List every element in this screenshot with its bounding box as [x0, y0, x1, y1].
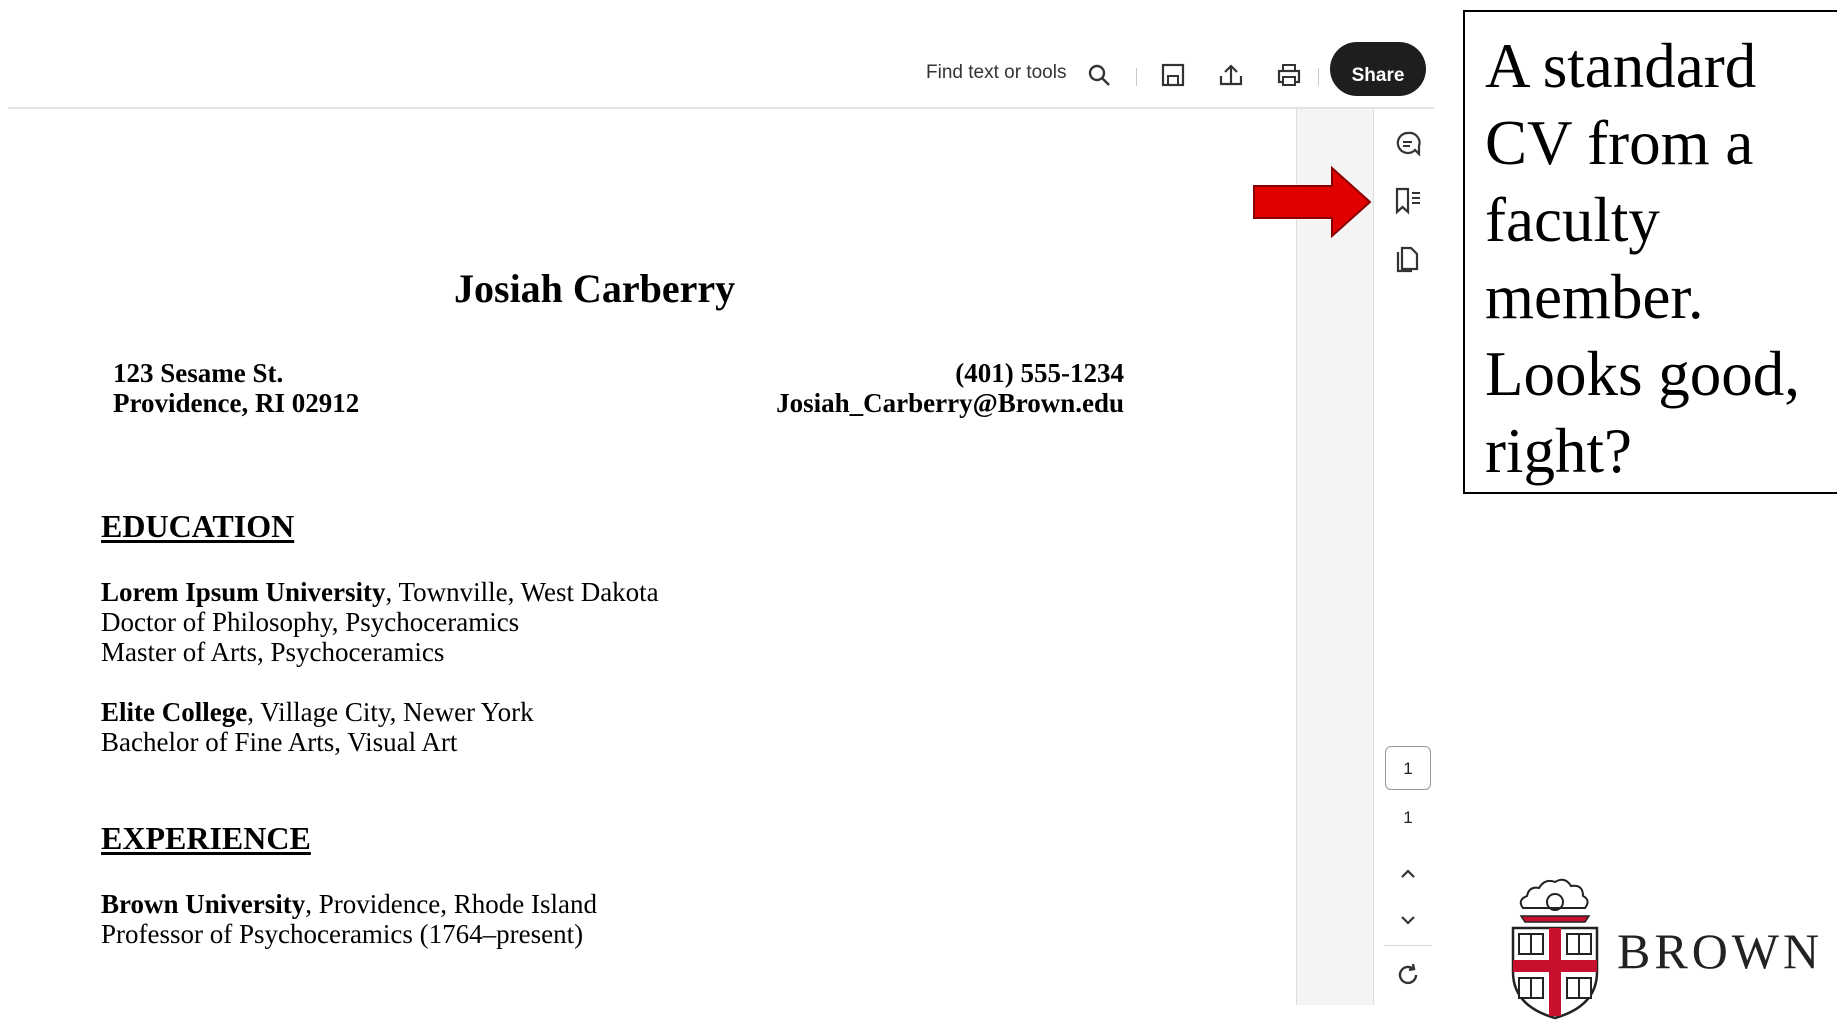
entry-line: Brown University, Providence, Rhode Isla…	[101, 889, 597, 919]
institution-name: Elite College	[101, 697, 248, 727]
red-arrow-pointer	[1253, 166, 1372, 238]
upload-icon[interactable]	[1218, 62, 1244, 88]
institution-name: Brown University	[101, 889, 306, 919]
entry-line: Elite College, Village City, Newer York	[101, 697, 534, 727]
annotation-callout: A standard CV from a faculty member. Loo…	[1463, 10, 1837, 494]
institution-location: , Townville, West Dakota	[385, 577, 659, 607]
cv-address: 123 Sesame St. Providence, RI 02912	[113, 358, 359, 418]
share-button[interactable]: Share	[1330, 42, 1426, 96]
brown-wordmark: BROWN	[1617, 923, 1824, 979]
annotation-line: A standard	[1485, 31, 1757, 101]
chevron-up-icon[interactable]	[1393, 858, 1423, 888]
entry-line: Lorem Ipsum University, Townville, West …	[101, 577, 659, 607]
refresh-icon[interactable]	[1393, 960, 1423, 990]
bookmark-list-icon[interactable]	[1393, 186, 1423, 216]
role-line: Professor of Psychoceramics (1764–presen…	[101, 919, 584, 949]
chevron-down-icon[interactable]	[1393, 905, 1423, 935]
degree-line: Bachelor of Fine Arts, Visual Art	[101, 727, 458, 757]
annotation-line: member.	[1485, 262, 1704, 332]
address-line: 123 Sesame St.	[113, 358, 284, 388]
comment-icon[interactable]	[1393, 129, 1423, 159]
annotation-line: Looks good,	[1485, 339, 1800, 409]
cv-name: Josiah Carberry	[454, 266, 736, 311]
document-scroll-gutter	[1296, 109, 1374, 1005]
experience-heading: EXPERIENCE	[101, 820, 311, 856]
phone-number: (401) 555-1234	[955, 358, 1124, 388]
page-total: 1	[1403, 808, 1413, 827]
brown-university-seal-icon	[1511, 878, 1599, 1020]
institution-location: , Providence, Rhode Island	[305, 889, 597, 919]
address-line: Providence, RI 02912	[113, 388, 360, 418]
degree-line: Master of Arts, Psychoceramics	[101, 637, 445, 667]
education-entry: Lorem Ipsum University, Townville, West …	[101, 577, 659, 667]
search-icon[interactable]	[1086, 62, 1112, 88]
annotation-line: right?	[1485, 416, 1632, 486]
save-icon[interactable]	[1160, 62, 1186, 88]
toolbar-divider	[1136, 68, 1137, 86]
annotation-line: faculty	[1485, 185, 1660, 255]
find-input[interactable]: Find text or tools	[926, 62, 1066, 84]
institution-location: , Village City, Newer York	[247, 697, 534, 727]
page-number-input[interactable]: 1	[1385, 746, 1431, 790]
pdf-toolbar: Find text or tools Share	[8, 0, 1434, 109]
education-heading: EDUCATION	[101, 508, 295, 544]
email-address: Josiah_Carberry@Brown.edu	[776, 388, 1124, 418]
toolbar-divider	[1318, 68, 1319, 86]
degree-line: Doctor of Philosophy, Psychoceramics	[101, 607, 520, 637]
copy-pages-icon[interactable]	[1393, 243, 1423, 273]
institution-name: Lorem Ipsum University	[101, 577, 386, 607]
document-page	[8, 109, 1296, 1005]
education-entry: Elite College, Village City, Newer York …	[101, 697, 534, 757]
rail-separator	[1384, 945, 1432, 946]
print-icon[interactable]	[1276, 62, 1302, 88]
annotation-text: A standard CV from a faculty member. Loo…	[1485, 28, 1837, 490]
annotation-line: CV from a	[1485, 108, 1754, 178]
cv-contact: (401) 555-1234 Josiah_Carberry@Brown.edu	[776, 358, 1124, 418]
experience-entry: Brown University, Providence, Rhode Isla…	[101, 889, 597, 949]
